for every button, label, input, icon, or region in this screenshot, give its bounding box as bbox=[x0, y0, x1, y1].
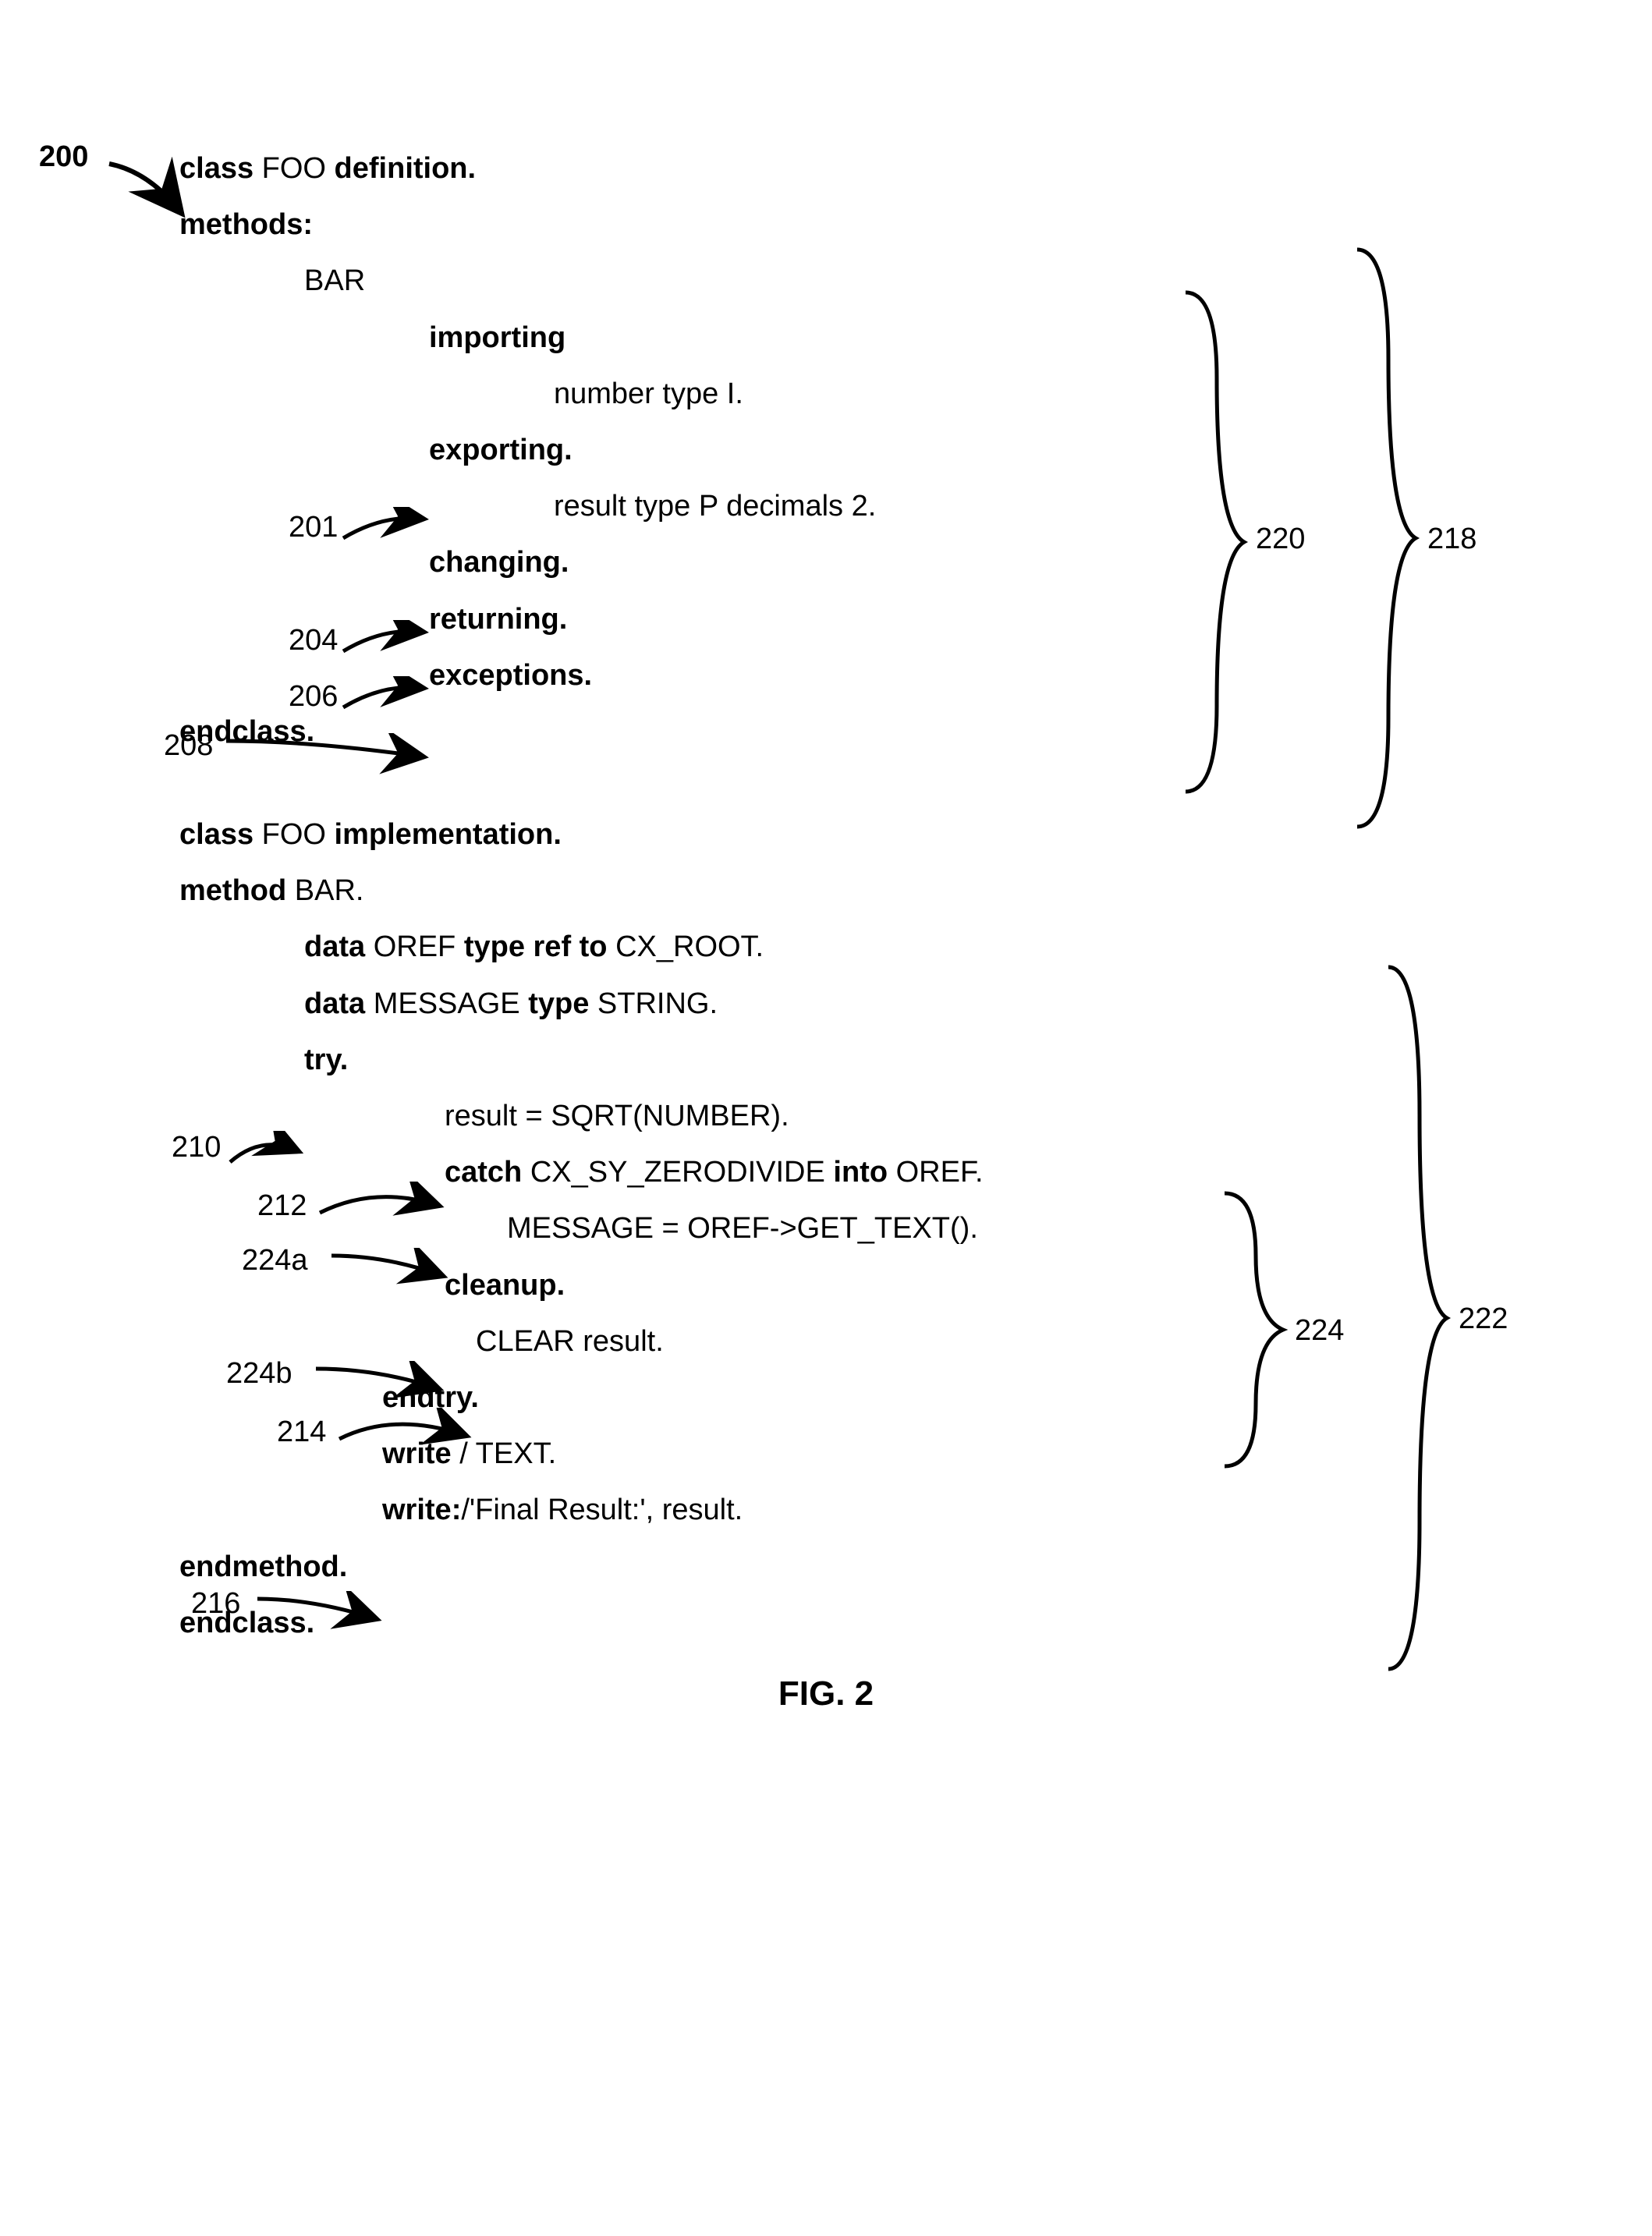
callout-204: 204 bbox=[289, 624, 338, 657]
callout-214: 214 bbox=[277, 1416, 326, 1449]
code-line: endclass. bbox=[179, 1595, 1590, 1651]
code-line: changing. bbox=[179, 534, 1590, 590]
code-line: importing bbox=[179, 310, 1590, 366]
code-line: exceptions. bbox=[179, 647, 1590, 703]
code-line: CLEAR result. bbox=[179, 1313, 1590, 1370]
code-line: exporting. bbox=[179, 422, 1590, 478]
callout-224a: 224a bbox=[242, 1244, 308, 1277]
code-line: returning. bbox=[179, 591, 1590, 647]
callout-216: 216 bbox=[191, 1587, 240, 1621]
figure-ref: 200 bbox=[39, 140, 88, 174]
callout-222: 222 bbox=[1459, 1302, 1508, 1336]
code-line: cleanup. bbox=[179, 1257, 1590, 1313]
code-line: method BAR. bbox=[179, 863, 1590, 919]
callout-201: 201 bbox=[289, 511, 338, 544]
code-line: write:/'Final Result:', result. bbox=[179, 1482, 1590, 1538]
code-line: result type P decimals 2. bbox=[179, 478, 1590, 534]
callout-224: 224 bbox=[1295, 1314, 1344, 1348]
code-line: catch CX_SY_ZERODIVIDE into OREF. bbox=[179, 1144, 1590, 1200]
code-line: BAR bbox=[179, 253, 1590, 309]
code-line: write / TEXT. bbox=[179, 1426, 1590, 1482]
code-line: endmethod. bbox=[179, 1539, 1590, 1595]
callout-220: 220 bbox=[1256, 523, 1305, 556]
code-line: class FOO definition. bbox=[179, 140, 1590, 197]
code-line: endclass. bbox=[179, 703, 1590, 760]
diagram-container: 200 class FOO definition. methods: BAR i… bbox=[62, 140, 1590, 1651]
code-line: try. bbox=[179, 1032, 1590, 1088]
callout-206: 206 bbox=[289, 680, 338, 714]
callout-208: 208 bbox=[164, 729, 213, 763]
code-line: result = SQRT(NUMBER). bbox=[179, 1088, 1590, 1144]
code-line: data OREF type ref to CX_ROOT. bbox=[179, 919, 1590, 975]
code-line: class FOO implementation. bbox=[179, 806, 1590, 863]
code-line: data MESSAGE type STRING. bbox=[179, 976, 1590, 1032]
code-listing: class FOO definition. methods: BAR impor… bbox=[179, 140, 1590, 1651]
callout-212: 212 bbox=[257, 1189, 307, 1223]
callout-218: 218 bbox=[1427, 523, 1477, 556]
callout-224b: 224b bbox=[226, 1357, 292, 1391]
code-line: endtry. bbox=[179, 1370, 1590, 1426]
code-line: MESSAGE = OREF->GET_TEXT(). bbox=[179, 1200, 1590, 1256]
code-line: methods: bbox=[179, 197, 1590, 253]
figure-label: FIG. 2 bbox=[62, 1674, 1590, 1713]
code-line: number type I. bbox=[179, 366, 1590, 422]
callout-210: 210 bbox=[172, 1131, 221, 1164]
